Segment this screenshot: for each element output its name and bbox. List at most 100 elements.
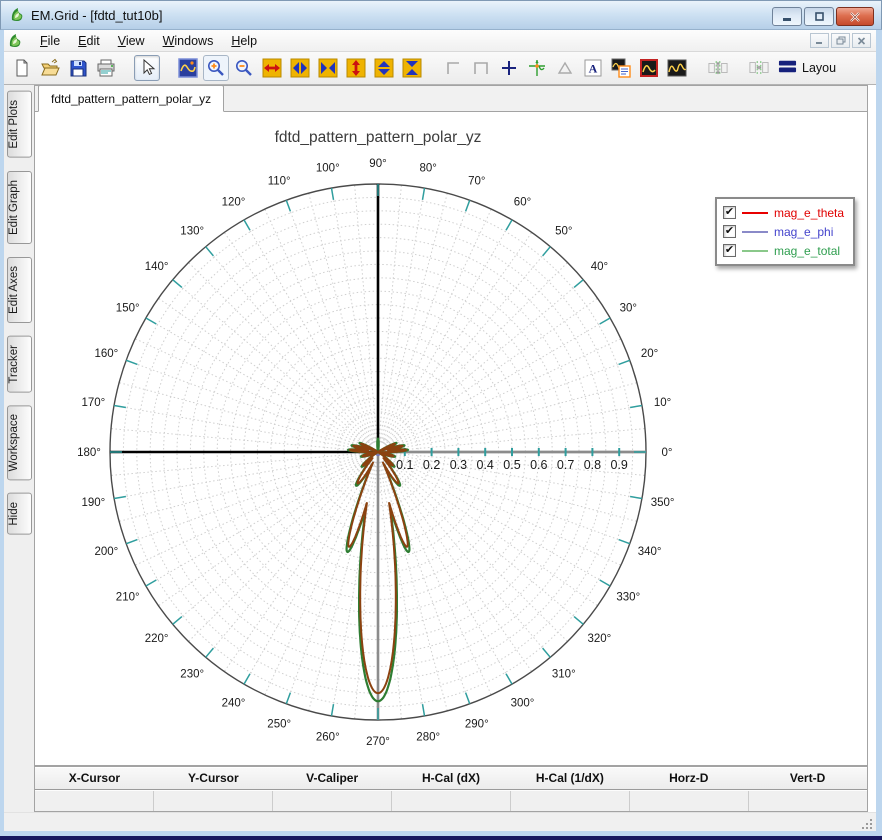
svg-text:140°: 140° xyxy=(145,261,169,273)
svg-text:120°: 120° xyxy=(222,197,246,209)
compress-vertical-button[interactable] xyxy=(399,55,425,81)
expand-horizontal-button[interactable] xyxy=(259,55,285,81)
tracker-tool-button[interactable] xyxy=(524,55,550,81)
minimize-button[interactable] xyxy=(772,7,802,26)
compress-horizontal-button[interactable] xyxy=(315,55,341,81)
window-frame-right xyxy=(876,30,882,836)
mdi-close-button[interactable] xyxy=(852,33,871,48)
print-button[interactable] xyxy=(93,55,119,81)
svg-text:160°: 160° xyxy=(95,348,119,360)
svg-text:340°: 340° xyxy=(638,546,662,558)
svg-text:0.3: 0.3 xyxy=(450,458,467,472)
new-document-button[interactable] xyxy=(9,55,35,81)
status-bar xyxy=(4,812,876,832)
svg-text:0.5: 0.5 xyxy=(503,458,520,472)
expand-vertical-button[interactable] xyxy=(343,55,369,81)
expand-vertical-icon xyxy=(346,58,366,78)
svg-text:0.6: 0.6 xyxy=(530,458,547,472)
tracker-tool-icon xyxy=(527,58,547,78)
save-button[interactable] xyxy=(65,55,91,81)
cursor-col-header: H-Cal (dX) xyxy=(422,771,480,785)
zoom-out-button[interactable] xyxy=(231,55,257,81)
legend-label: mag_e_theta xyxy=(774,205,845,220)
crosshair-button[interactable] xyxy=(496,55,522,81)
triangle-tool-icon xyxy=(555,58,575,78)
corner-tool-icon xyxy=(443,58,463,78)
title-bar[interactable]: EM.Grid - [fdtd_tut10b] xyxy=(0,0,882,30)
cursor-col-header: Vert-D xyxy=(789,771,826,785)
shrink-horizontal-button[interactable] xyxy=(287,55,313,81)
cursor-col-header: H-Cal (1/dX) xyxy=(535,771,604,785)
svg-text:290°: 290° xyxy=(465,719,489,731)
compress-horizontal-icon xyxy=(318,58,338,78)
menu-item-help[interactable]: Help xyxy=(222,32,266,50)
cursor-col-value xyxy=(630,791,749,811)
menu-item-edit[interactable]: Edit xyxy=(69,32,109,50)
open-file-icon xyxy=(40,58,60,78)
em-grid-window: { "window": { "title": "EM.Grid - [fdtd_… xyxy=(0,0,882,840)
zoom-in-button[interactable] xyxy=(203,55,229,81)
zoom-in-icon xyxy=(206,58,226,78)
svg-text:130°: 130° xyxy=(180,226,204,238)
layout-button[interactable]: Layout xyxy=(778,57,836,79)
legend-checkbox-mag_e_total[interactable]: ✔ xyxy=(723,244,736,257)
sidebar-tab-hide[interactable]: Hide xyxy=(6,493,32,536)
svg-text:150°: 150° xyxy=(116,303,140,315)
chart-title: fdtd_pattern_pattern_polar_yz xyxy=(275,129,482,146)
legend-line-sample xyxy=(742,211,768,214)
svg-text:80°: 80° xyxy=(420,162,437,174)
svg-text:40°: 40° xyxy=(591,261,608,273)
sidebar-tab-edit-plots[interactable]: Edit Plots xyxy=(6,91,32,158)
svg-text:260°: 260° xyxy=(316,732,340,744)
text-annotation-icon: A xyxy=(583,58,603,78)
split-horizontal-icon xyxy=(749,58,769,78)
close-icon xyxy=(850,11,860,22)
legend-checkbox-mag_e_phi[interactable]: ✔ xyxy=(723,225,736,238)
svg-text:320°: 320° xyxy=(588,633,612,645)
svg-text:170°: 170° xyxy=(82,397,106,409)
menu-item-windows[interactable]: Windows xyxy=(154,32,223,50)
cursor-col-header: V-Caliper xyxy=(306,771,359,785)
single-plot-button[interactable] xyxy=(636,55,662,81)
polar-chart[interactable]: 0° 10° 20° 30° 40° 50° 60° 70° 80° 90° 100° 110° 120… xyxy=(35,112,867,765)
open-file-button[interactable] xyxy=(37,55,63,81)
multi-plot-button[interactable] xyxy=(664,55,690,81)
svg-text:0.8: 0.8 xyxy=(584,458,601,472)
svg-text:30°: 30° xyxy=(620,303,637,315)
menu-item-view[interactable]: View xyxy=(109,32,154,50)
shrink-vertical-button[interactable] xyxy=(371,55,397,81)
split-horizontal-button xyxy=(746,55,772,81)
mdi-minimize-icon xyxy=(816,41,822,44)
legend-label: mag_e_phi xyxy=(774,224,834,239)
text-annotation-button[interactable]: A xyxy=(580,55,606,81)
tab-fdtd-pattern[interactable]: fdtd_pattern_pattern_polar_yz xyxy=(38,85,225,112)
legend-checkbox-mag_e_theta[interactable]: ✔ xyxy=(723,206,736,219)
sidebar-tab-edit-graph[interactable]: Edit Graph xyxy=(6,170,32,244)
resize-grip[interactable] xyxy=(860,817,872,829)
menu-item-file[interactable]: File xyxy=(31,32,69,50)
legend-line-sample xyxy=(742,230,768,233)
plot-with-legend-button[interactable] xyxy=(608,55,634,81)
cursor-col-header: Horz-D xyxy=(669,771,709,785)
sidebar: Edit Plots Edit Graph Edit Axes Tracker Work… xyxy=(4,85,34,812)
svg-text:100°: 100° xyxy=(316,162,340,174)
svg-text:0.9: 0.9 xyxy=(611,458,628,472)
mdi-restore-button[interactable] xyxy=(831,33,850,48)
sidebar-tab-tracker[interactable]: Tracker xyxy=(6,335,32,393)
close-button[interactable] xyxy=(836,7,874,26)
select-cursor-button[interactable] xyxy=(134,55,160,81)
svg-text:220°: 220° xyxy=(145,633,169,645)
sidebar-tab-edit-axes[interactable]: Edit Axes xyxy=(6,256,32,323)
svg-text:300°: 300° xyxy=(511,697,535,709)
svg-text:0°: 0° xyxy=(662,447,673,459)
maximize-button[interactable] xyxy=(804,7,834,26)
sidebar-tab-workspace[interactable]: Workspace xyxy=(6,405,32,481)
fit-view-button[interactable] xyxy=(175,55,201,81)
shrink-horizontal-icon xyxy=(290,58,310,78)
cursor-table-header: X-Cursor Y-Cursor V-Caliper H-Cal (dX) H-Cal… xyxy=(35,767,867,790)
fit-view-icon xyxy=(178,58,198,78)
tab-strip: fdtd_pattern_pattern_polar_yz xyxy=(35,85,867,112)
menu-bar: File Edit View Windows Help xyxy=(1,30,881,52)
cursor-col-value xyxy=(511,791,630,811)
mdi-minimize-button[interactable] xyxy=(810,33,829,48)
